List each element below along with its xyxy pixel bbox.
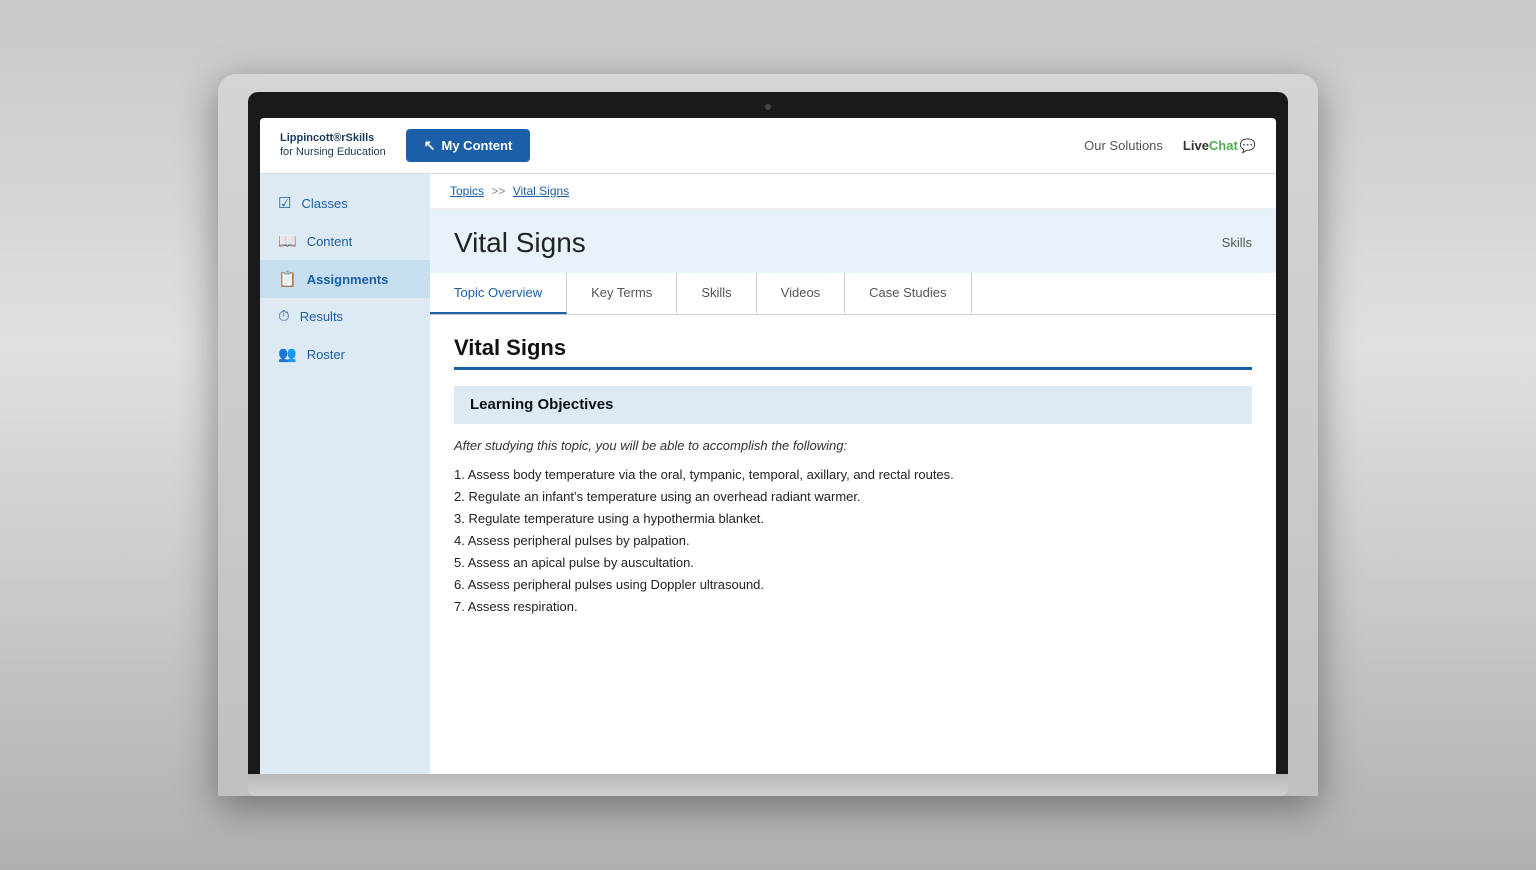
content-icon: 📖 [278,232,297,250]
main-layout: ☑ Classes 📖 Content 📋 Assignments ⏱ Resu… [260,174,1276,774]
objective-3: 3. Regulate temperature using a hypother… [454,511,1252,526]
objective-5: 5. Assess an apical pulse by auscultatio… [454,555,1252,570]
top-nav: Lippincott®rSkills for Nursing Education… [260,118,1276,174]
sidebar-label-results: Results [300,309,343,324]
topic-header: Vital Signs Skills [430,209,1276,273]
tab-topic-overview[interactable]: Topic Overview [430,273,567,314]
objectives-list: 1. Assess body temperature via the oral,… [454,467,1252,614]
topic-title: Vital Signs [454,227,586,259]
assignments-icon: 📋 [278,270,297,288]
tabs-bar: Topic Overview Key Terms Skills Videos C [430,273,1276,315]
sidebar-item-content[interactable]: 📖 Content [260,222,430,260]
camera-dot [765,104,771,110]
laptop-shell: Lippincott®rSkills for Nursing Education… [218,74,1318,796]
sidebar-item-roster[interactable]: 👥 Roster [260,335,430,373]
tab-key-terms[interactable]: Key Terms [567,273,677,314]
breadcrumb-current[interactable]: Vital Signs [513,184,569,198]
nav-right: Our Solutions Live Chat 💬 [1084,138,1256,154]
brand-logo: Lippincott®rSkills for Nursing Education [280,132,386,158]
laptop-screen: Lippincott®rSkills for Nursing Education… [260,118,1276,774]
breadcrumb-topics[interactable]: Topics [450,184,484,198]
roster-icon: 👥 [278,345,297,363]
content-body: Vital Signs Learning Objectives After st… [430,315,1276,641]
tab-videos[interactable]: Videos [757,273,846,314]
livechat-live: Live [1183,138,1209,153]
my-content-button[interactable]: ↖ My Content [406,129,531,162]
cursor-icon: ↖ [424,137,436,154]
screen-bezel: Lippincott®rSkills for Nursing Education… [248,92,1288,774]
sidebar-label-roster: Roster [307,347,345,362]
tab-key-terms-label: Key Terms [591,285,652,300]
sidebar-item-assignments[interactable]: 📋 Assignments [260,260,430,298]
tab-videos-label: Videos [781,285,821,300]
livechat-chat: Chat [1209,138,1238,153]
results-icon: ⏱ [278,308,290,325]
my-content-label: My Content [442,138,513,153]
tab-skills-label: Skills [701,285,731,300]
objective-1: 1. Assess body temperature via the oral,… [454,467,1252,482]
solutions-link[interactable]: Our Solutions [1084,138,1163,153]
intro-text: After studying this topic, you will be a… [454,438,1252,453]
tab-case-studies[interactable]: Case Studies [845,273,971,314]
content-area: Topics >> Vital Signs Vital Signs Skills… [430,174,1276,774]
objective-6: 6. Assess peripheral pulses using Dopple… [454,577,1252,592]
section-title: Vital Signs [454,335,1252,361]
brand-line1: Lippincott®rSkills [280,132,386,145]
objective-7: 7. Assess respiration. [454,599,1252,614]
sidebar: ☑ Classes 📖 Content 📋 Assignments ⏱ Resu… [260,174,430,774]
livechat-badge: Live Chat 💬 [1183,138,1256,154]
objective-2: 2. Regulate an infant’s temperature usin… [454,489,1252,504]
breadcrumb-separator: >> [491,184,505,198]
tab-case-studies-label: Case Studies [869,285,946,300]
sidebar-label-content: Content [307,234,353,249]
chat-bubble-icon: 💬 [1240,138,1256,154]
learning-objectives-box: Learning Objectives [454,386,1252,424]
breadcrumb: Topics >> Vital Signs [430,174,1276,209]
sidebar-item-results[interactable]: ⏱ Results [260,298,430,335]
skills-label: Skills [1222,235,1252,250]
laptop-base [248,774,1288,796]
objective-4: 4. Assess peripheral pulses by palpation… [454,533,1252,548]
learning-objectives-title: Learning Objectives [470,396,613,413]
classes-icon: ☑ [278,194,291,212]
brand-line2: for Nursing Education [280,146,386,159]
sidebar-label-classes: Classes [301,196,347,211]
sidebar-item-classes[interactable]: ☑ Classes [260,184,430,222]
blue-divider [454,367,1252,370]
tab-topic-overview-label: Topic Overview [454,285,542,300]
sidebar-label-assignments: Assignments [307,272,389,287]
tab-skills[interactable]: Skills [677,273,756,314]
